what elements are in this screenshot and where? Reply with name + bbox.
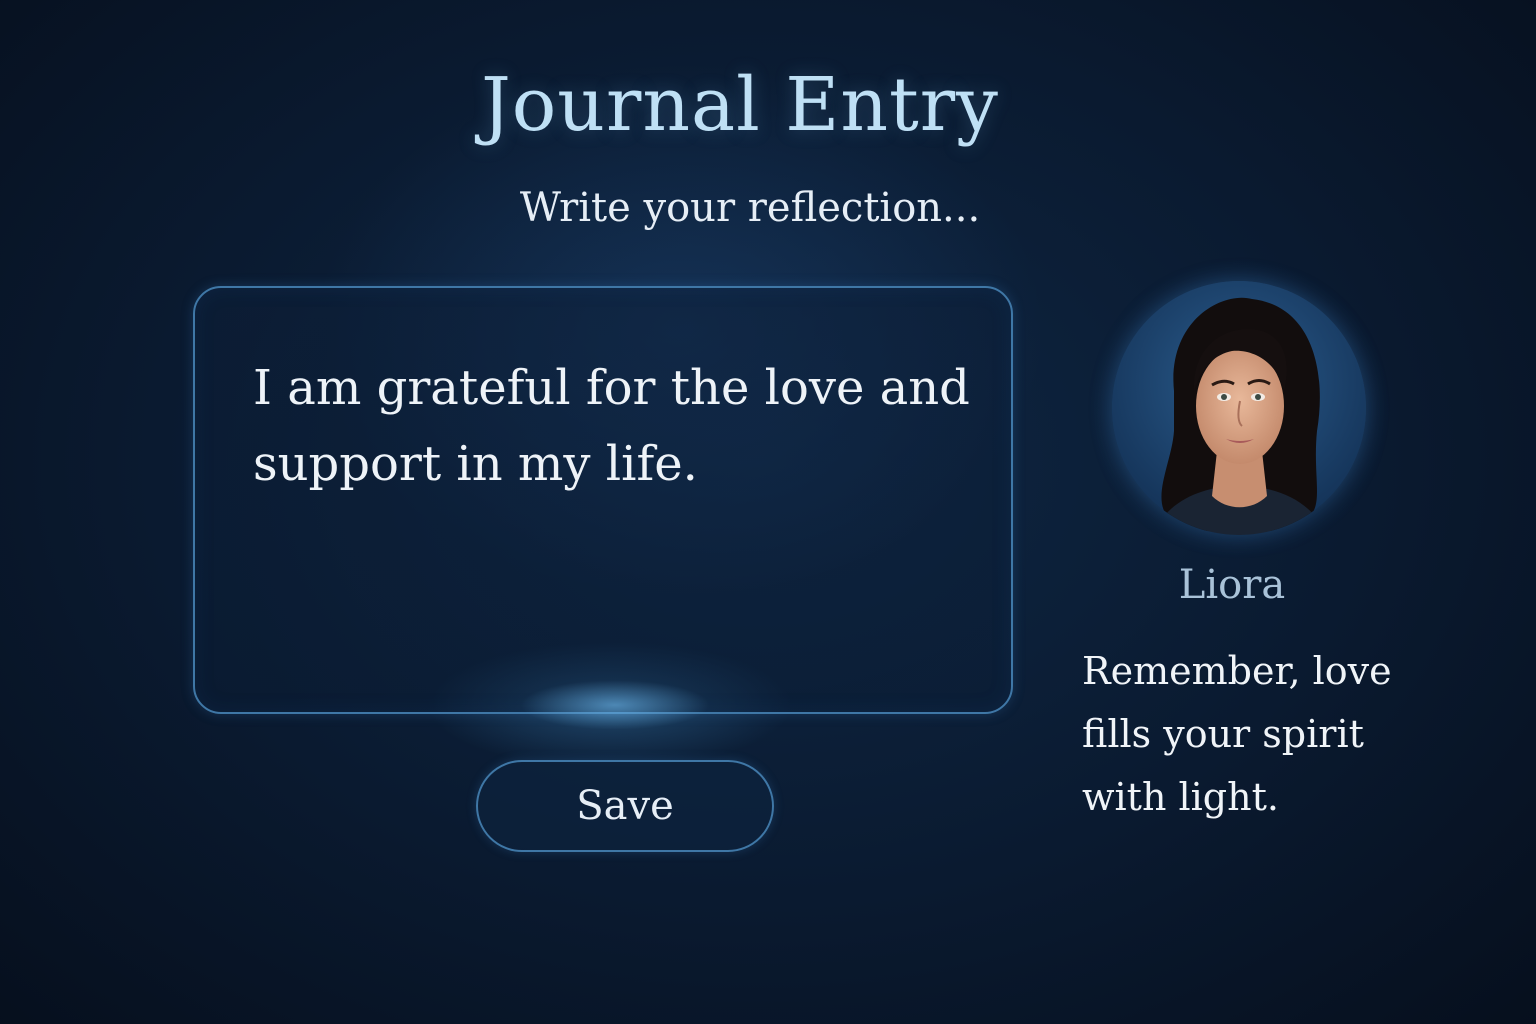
page-title: Journal Entry bbox=[481, 62, 999, 148]
journal-entry-input[interactable]: I am grateful for the love and support i… bbox=[253, 350, 971, 650]
journal-entry-container: I am grateful for the love and support i… bbox=[193, 286, 1013, 714]
companion-name: Liora bbox=[1178, 562, 1286, 608]
companion-portrait-icon bbox=[1112, 281, 1366, 535]
save-button[interactable]: Save bbox=[476, 760, 774, 852]
page-subtitle: Write your reflection... bbox=[519, 185, 981, 231]
companion-avatar bbox=[1112, 281, 1366, 535]
companion-message: Remember, love fills your spirit with li… bbox=[1082, 649, 1392, 819]
